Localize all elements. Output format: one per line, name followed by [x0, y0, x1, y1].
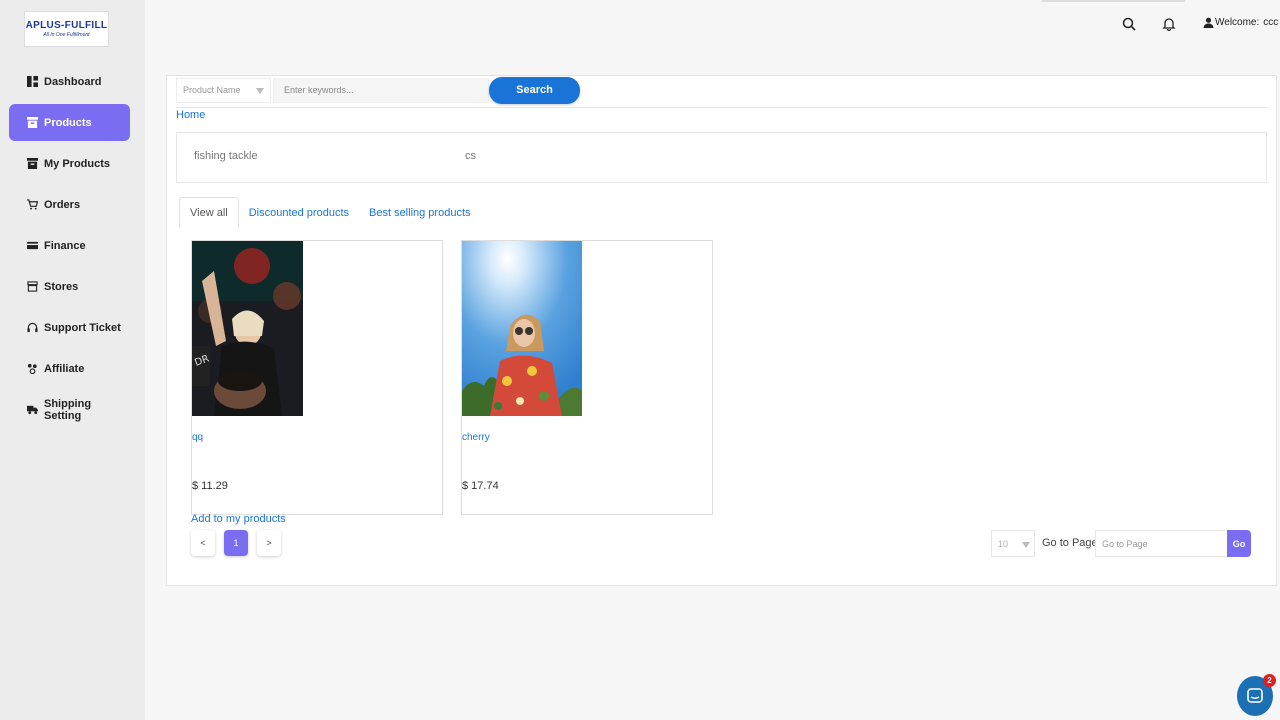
sidebar-item-my-products[interactable]: My Products: [9, 145, 130, 182]
store-icon: [27, 281, 38, 292]
affiliate-icon: [27, 363, 38, 374]
pagination: < 1 >: [191, 530, 290, 556]
headset-icon: [27, 322, 38, 333]
product-image[interactable]: [462, 241, 582, 416]
card-icon: [27, 240, 38, 251]
keyword-input[interactable]: [273, 77, 489, 103]
sidebar-item-label: Dashboard: [44, 75, 102, 88]
search-field-select[interactable]: Product Name: [176, 77, 271, 103]
user-icon: [1203, 17, 1214, 28]
bell-icon[interactable]: [1162, 17, 1176, 32]
search-icon[interactable]: [1122, 17, 1136, 31]
username: ccc: [1263, 17, 1279, 28]
next-page-button[interactable]: >: [257, 530, 281, 556]
prev-page-button[interactable]: <: [191, 530, 215, 556]
cart-icon: [27, 199, 38, 210]
sidebar-item-label: Shipping Setting: [44, 397, 92, 422]
product-name[interactable]: qq: [192, 432, 203, 443]
sidebar-item-label: Products: [44, 116, 92, 129]
brand-logo[interactable]: APLUS-FULFILL All In One Fulfillment: [24, 11, 109, 47]
product-image[interactable]: DR: [192, 241, 303, 416]
tab-view-all[interactable]: View all: [179, 197, 239, 228]
chat-icon: [1247, 688, 1263, 703]
chevron-down-icon: [256, 87, 264, 94]
tab-best-selling-products[interactable]: Best selling products: [359, 197, 481, 228]
user-welcome[interactable]: Welcome: ccc: [1203, 17, 1278, 28]
sidebar-item-support-ticket[interactable]: Support Ticket: [9, 309, 130, 346]
sidebar-nav: Dashboard Products My Products Orders Fi…: [9, 63, 130, 432]
goto-page-label: Go to Page: [1042, 537, 1098, 549]
sidebar-item-orders[interactable]: Orders: [9, 186, 130, 223]
page-button-current[interactable]: 1: [224, 530, 248, 556]
welcome-label: Welcome:: [1215, 17, 1260, 28]
sidebar-item-label: Finance: [44, 239, 86, 252]
box-icon: [27, 158, 38, 169]
sidebar-item-label: Affiliate: [44, 362, 85, 375]
sidebar-item-products[interactable]: Products: [9, 104, 130, 141]
brand-name: APLUS-FULFILL: [25, 20, 108, 31]
page-size-select[interactable]: 10: [991, 530, 1035, 557]
dashboard-icon: [27, 76, 38, 87]
sidebar-item-stores[interactable]: Stores: [9, 268, 130, 305]
go-button[interactable]: Go: [1227, 530, 1251, 557]
category-list: fishing tackle cs: [176, 132, 1267, 183]
page-size-value: 10: [998, 539, 1009, 549]
chat-unread-badge: 2: [1263, 674, 1276, 687]
chevron-down-icon: [1022, 542, 1030, 548]
category-item[interactable]: cs: [465, 150, 476, 162]
breadcrumb: Home: [176, 107, 1267, 133]
sidebar: APLUS-FULFILL All In One Fulfillment Das…: [0, 0, 145, 720]
product-name[interactable]: cherry: [462, 432, 490, 443]
sidebar-item-label: Support Ticket: [44, 321, 121, 334]
sidebar-item-dashboard[interactable]: Dashboard: [9, 63, 130, 100]
product-card[interactable]: DR qq $ 11.29: [191, 240, 443, 515]
add-to-my-products-link[interactable]: Add to my products: [191, 513, 286, 525]
search-bar: Product Name Search: [176, 76, 580, 104]
sidebar-item-label: My Products: [44, 157, 111, 170]
goto-page-input[interactable]: [1095, 530, 1228, 557]
sidebar-item-shipping-setting[interactable]: Shipping Setting: [9, 391, 130, 428]
tab-discounted-products[interactable]: Discounted products: [239, 197, 359, 228]
sidebar-item-finance[interactable]: Finance: [9, 227, 130, 264]
products-panel: Product Name Search Home fishing tackle …: [166, 75, 1277, 586]
product-price: $ 17.74: [462, 480, 499, 492]
search-field-value: Product Name: [183, 85, 241, 95]
product-tabs: View all Discounted products Best sellin…: [179, 197, 481, 228]
box-icon: [27, 117, 38, 128]
category-item[interactable]: fishing tackle: [194, 150, 258, 162]
sidebar-item-label: Orders: [44, 198, 81, 211]
sidebar-item-label: Stores: [44, 280, 79, 293]
brand-tagline: All In One Fulfillment: [43, 32, 90, 38]
product-card[interactable]: cherry $ 17.74: [461, 240, 713, 515]
search-button[interactable]: Search: [489, 76, 580, 104]
breadcrumb-home[interactable]: Home: [176, 109, 205, 121]
truck-icon: [27, 404, 38, 415]
product-price: $ 11.29: [192, 480, 228, 492]
sidebar-item-affiliate[interactable]: Affiliate: [9, 350, 130, 387]
header-divider: [1042, 0, 1185, 2]
